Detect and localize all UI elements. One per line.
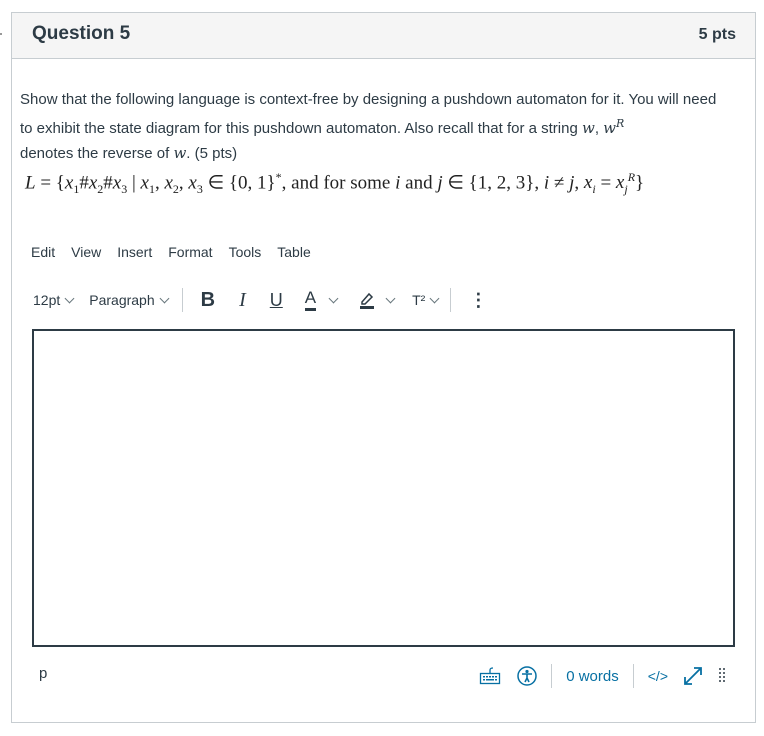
statusbar-tools: 0 words </>: [479, 662, 726, 690]
expand-icon: [684, 667, 702, 685]
highlighter-icon: [359, 291, 375, 309]
menu-view[interactable]: View: [71, 244, 101, 260]
italic-button[interactable]: I: [239, 289, 246, 312]
question-title: Question 5: [32, 23, 131, 44]
keyboard-icon: [480, 667, 501, 685]
chevron-down-icon: [64, 293, 75, 303]
math-w-reverse: w: [603, 119, 617, 137]
drag-handle-icon: [719, 668, 725, 682]
math-superscript-r: R: [616, 117, 625, 130]
chevron-down-icon: [385, 293, 396, 303]
word-count[interactable]: 0 words: [566, 668, 619, 685]
editor-toolbar: 12pt Paragraph B I U A T² ⋮: [33, 284, 487, 316]
keyboard-shortcuts-button[interactable]: [479, 667, 501, 685]
prompt-text-2: denotes the reverse of: [20, 145, 174, 162]
bold-button[interactable]: B: [201, 289, 215, 312]
prompt-text-3: . (5 pts): [186, 145, 238, 162]
superscript-icon: T²: [412, 292, 426, 308]
block-format-dropdown[interactable]: Paragraph: [89, 292, 170, 308]
menu-format[interactable]: Format: [168, 244, 212, 260]
toolbar-separator: [450, 288, 452, 312]
menu-edit[interactable]: Edit: [31, 244, 55, 260]
chevron-down-icon: [159, 293, 170, 303]
font-size-value: 12pt: [33, 292, 61, 308]
block-format-value: Paragraph: [89, 292, 155, 308]
editor-statusbar: p 0 words </>: [32, 660, 732, 690]
resize-handle[interactable]: [718, 667, 726, 685]
superscript-button[interactable]: T²: [412, 292, 440, 308]
menu-insert[interactable]: Insert: [117, 244, 152, 260]
element-path[interactable]: p: [39, 665, 47, 682]
html-editor-toggle[interactable]: </>: [648, 668, 668, 684]
math-w: w: [581, 119, 595, 137]
underline-button[interactable]: U: [270, 290, 283, 311]
toolbar-separator: [181, 288, 183, 312]
highlight-color-button[interactable]: [359, 291, 396, 309]
math-w-2: w: [173, 144, 187, 162]
question-header: Question 5 5 pts: [12, 13, 755, 59]
fullscreen-button[interactable]: [682, 665, 704, 687]
accessibility-checker-button[interactable]: [517, 666, 537, 686]
editor-menubar: Edit View Insert Format Tools Table: [31, 244, 327, 260]
question-prompt: Show that the following language is cont…: [20, 88, 730, 166]
question-points: 5 pts: [698, 26, 736, 43]
left-marker: [0, 33, 2, 35]
accessibility-icon: [517, 666, 537, 686]
language-formula: L = {x1#x2#x3 | x1, x2, x3 ∈ {0, 1}*, an…: [25, 170, 645, 197]
text-color-button[interactable]: A: [304, 289, 339, 311]
prompt-comma: ,: [594, 120, 604, 137]
chevron-down-icon: [429, 293, 440, 303]
menu-table[interactable]: Table: [277, 244, 310, 260]
more-options-button[interactable]: ⋮: [469, 290, 487, 311]
statusbar-separator: [632, 664, 634, 688]
text-color-icon: A: [304, 289, 317, 311]
menu-tools[interactable]: Tools: [229, 244, 262, 260]
font-size-dropdown[interactable]: 12pt: [33, 292, 75, 308]
chevron-down-icon: [328, 293, 339, 303]
statusbar-separator: [551, 664, 553, 688]
rich-text-editor[interactable]: [32, 329, 735, 647]
